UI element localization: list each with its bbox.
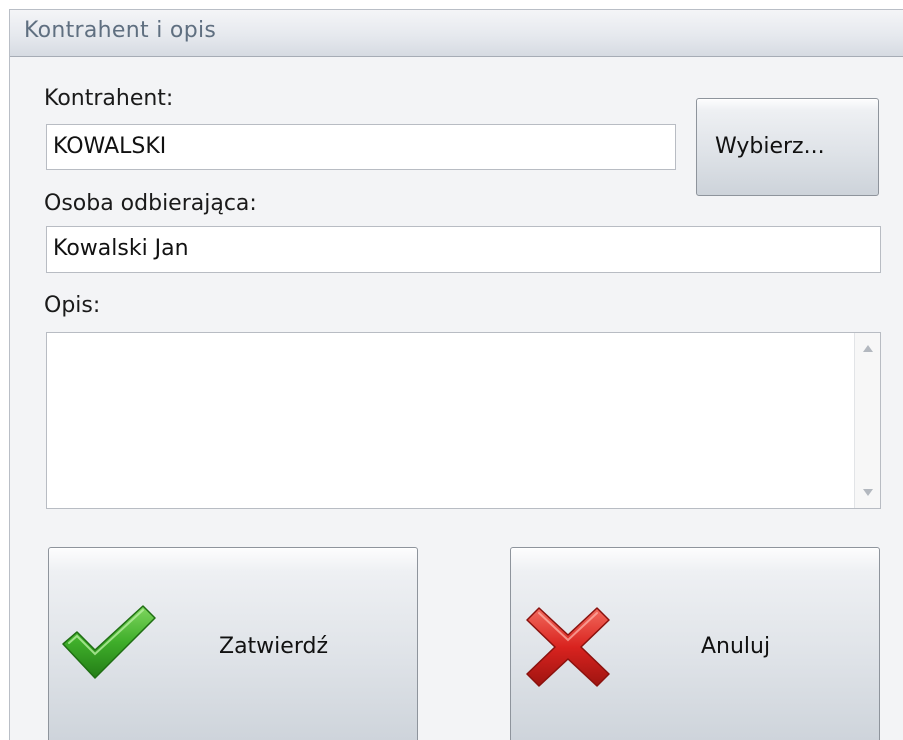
zatwierdz-button[interactable]: Zatwierdź — [48, 547, 418, 740]
zatwierdz-button-label: Zatwierdź — [219, 634, 328, 659]
anuluj-button[interactable]: Anuluj — [510, 547, 880, 740]
red-x-icon — [525, 604, 611, 694]
osoba-odbierajaca-field[interactable]: Kowalski Jan — [46, 226, 881, 273]
dialog-window: Kontrahent i opis Kontrahent: KOWALSKI W… — [9, 9, 903, 740]
anuluj-button-label: Anuluj — [701, 634, 771, 659]
wybierz-button-label: Wybierz... — [715, 134, 825, 159]
dialog-titlebar: Kontrahent i opis — [10, 10, 903, 57]
opis-scrollbar[interactable] — [854, 333, 880, 508]
kontrahent-field[interactable]: KOWALSKI — [46, 124, 676, 170]
dialog-title: Kontrahent i opis — [24, 18, 217, 43]
checkmark-icon — [59, 600, 159, 690]
scroll-up-arrow-icon[interactable] — [863, 345, 873, 352]
wybierz-button[interactable]: Wybierz... — [696, 98, 879, 196]
scroll-down-arrow-icon[interactable] — [863, 489, 873, 496]
opis-textarea[interactable] — [46, 332, 881, 509]
opis-label: Opis: — [44, 293, 101, 318]
osoba-odbierajaca-label: Osoba odbierająca: — [44, 191, 257, 216]
kontrahent-label: Kontrahent: — [44, 86, 174, 111]
